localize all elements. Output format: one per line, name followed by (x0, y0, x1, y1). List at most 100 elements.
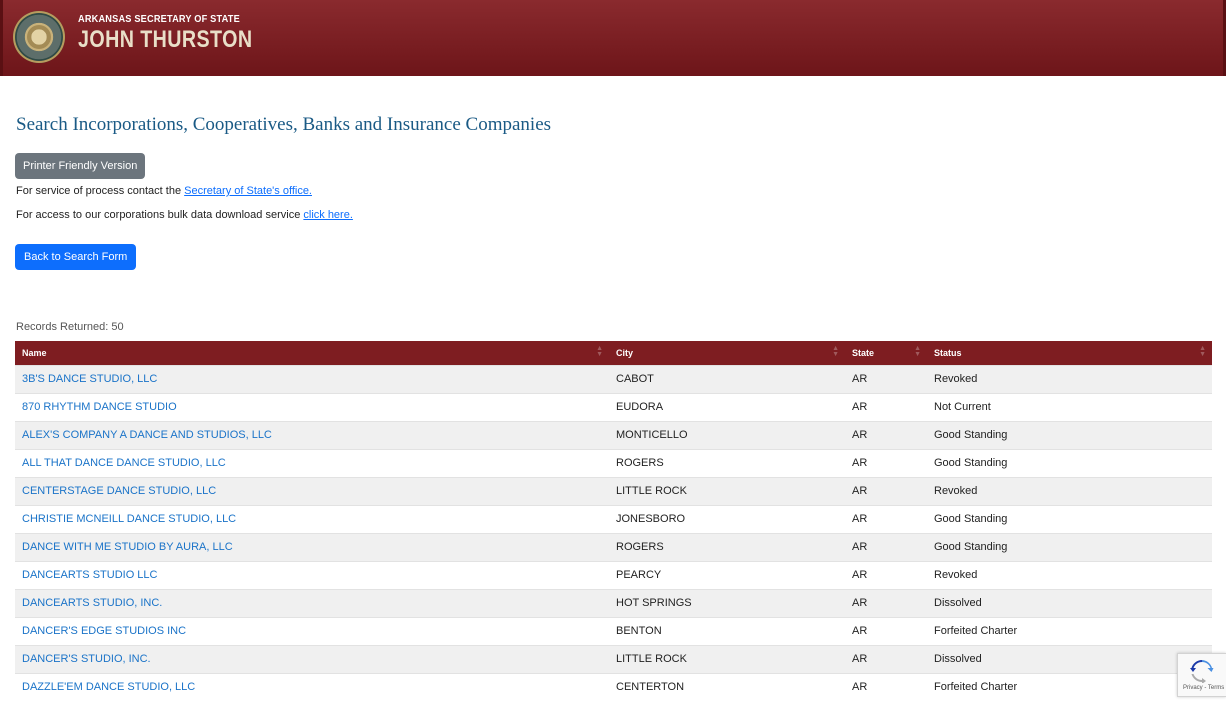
city-column-cell: ROGERS (609, 532, 845, 561)
company-name-link[interactable]: DANCEARTS STUDIO LLC (22, 569, 158, 581)
printer-friendly-button[interactable]: Printer Friendly Version (15, 153, 146, 179)
status-column-cell: Revoked (927, 476, 1212, 505)
status-cell: Revoked (934, 569, 978, 581)
table-header-row: Name ▲ ▼ City ▲ ▼ State ▲ ▼ Status ▲ ▼ (15, 341, 1212, 365)
header-name[interactable]: JOHN THURSTON (78, 26, 252, 54)
table-row: DANCEARTS STUDIO, INC. HOT SPRINGS AR Disso… (15, 588, 1212, 617)
company-name-link[interactable]: 870 RHYTHM DANCE STUDIO (22, 401, 177, 413)
state-cell: AR (852, 597, 868, 609)
state-column-cell: AR (845, 588, 927, 617)
state-seal-logo[interactable] (13, 11, 65, 63)
status-cell: Dissolved (934, 653, 982, 665)
state-cell: AR (852, 541, 868, 553)
name-column-cell: 3B'S DANCE STUDIO, LLC (15, 364, 609, 393)
status-cell: Good Standing (934, 457, 1008, 469)
city-column-cell: LITTLE ROCK (609, 476, 845, 505)
state-cell: AR (852, 625, 868, 637)
table-row: 3B'S DANCE STUDIO, LLC CABOT AR Revoked (15, 364, 1212, 393)
city-column-cell: CENTERTON (609, 672, 845, 701)
table-row: 870 RHYTHM DANCE STUDIO EUDORA AR Not Curre… (15, 392, 1212, 421)
name-column-cell: DANCEARTS STUDIO, INC. (15, 588, 609, 617)
status-column-cell: Forfeited Charter (927, 672, 1212, 701)
service-process-text: For service of process contact the (16, 185, 185, 197)
company-name-link[interactable]: CHRISTIE MCNEILL DANCE STUDIO, LLC (22, 513, 236, 525)
company-name-link[interactable]: ALEX'S COMPANY A DANCE AND STUDIOS, LLC (22, 429, 272, 441)
status-column-cell: Not Current (927, 392, 1212, 421)
status-cell: Good Standing (934, 513, 1008, 525)
state-cell: AR (852, 513, 868, 525)
table-row: DANCER'S EDGE STUDIOS INC BENTON AR Forfeit… (15, 616, 1212, 645)
column-header-city[interactable]: City ▲ ▼ (609, 341, 845, 365)
status-cell: Forfeited Charter (934, 681, 1018, 694)
name-column-cell: DANCEARTS STUDIO LLC (15, 560, 609, 589)
city-column-cell: LITTLE ROCK (609, 644, 845, 673)
company-name-link[interactable]: DAZZLE'EM DANCE STUDIO, LLC (22, 681, 195, 693)
city-cell: EUDORA (616, 401, 664, 413)
secretary-office-link[interactable]: Secretary of State's office. (184, 185, 312, 197)
status-column-cell: Dissolved (927, 588, 1212, 617)
city-column-cell: BENTON (609, 616, 845, 645)
back-to-search-button[interactable]: Back to Search Form (15, 244, 137, 270)
records-returned: Records Returned: 50 (16, 321, 124, 333)
state-column-cell: AR (845, 672, 927, 701)
table-row: ALEX'S COMPANY A DANCE AND STUDIOS, LLC M… (15, 420, 1212, 449)
bulk-data-link[interactable]: click here. (303, 209, 353, 221)
company-name-link[interactable]: DANCER'S EDGE STUDIOS INC (22, 625, 186, 637)
state-column-cell: AR (845, 532, 927, 561)
city-cell: ROGERS (616, 541, 664, 553)
name-column-cell: DANCER'S STUDIO, INC. (15, 644, 609, 673)
status-cell: Good Standing (934, 541, 1008, 553)
city-column-cell: JONESBORO (609, 504, 845, 533)
city-cell: ROGERS (616, 457, 664, 469)
state-column-cell: AR (845, 448, 927, 477)
column-header-name[interactable]: Name ▲ ▼ (15, 341, 609, 365)
status-cell: Good Standing (934, 429, 1008, 441)
table-row: CHRISTIE MCNEILL DANCE STUDIO, LLC JONESB… (15, 504, 1212, 533)
state-column-cell: AR (845, 560, 927, 589)
company-name-link[interactable]: CENTERSTAGE DANCE STUDIO, LLC (22, 485, 216, 497)
status-column-cell: Revoked (927, 364, 1212, 393)
table-row: DANCEARTS STUDIO LLC PEARCY AR Revoked (15, 560, 1212, 589)
company-name-link[interactable]: ALL THAT DANCE DANCE STUDIO, LLC (22, 457, 226, 469)
city-column-cell: HOT SPRINGS (609, 588, 845, 617)
name-column-cell: DAZZLE'EM DANCE STUDIO, LLC (15, 672, 609, 701)
status-column-cell: Forfeited Charter (927, 616, 1212, 645)
page-title: Search Incorporations, Cooperatives, Ban… (16, 114, 552, 135)
state-column-cell: AR (845, 504, 927, 533)
company-name-link[interactable]: 3B'S DANCE STUDIO, LLC (22, 373, 157, 385)
sort-icon: ▲ ▼ (596, 345, 603, 358)
status-column-cell: Dissolved (927, 644, 1212, 673)
table-row: DANCE WITH ME STUDIO BY AURA, LLC ROGERS A… (15, 532, 1212, 561)
state-cell: AR (852, 681, 868, 694)
status-column-cell: Good Standing (927, 420, 1212, 449)
state-cell: AR (852, 653, 868, 665)
state-column-cell: AR (845, 392, 927, 421)
recaptcha-icon (1190, 660, 1214, 683)
city-cell: HOT SPRINGS (616, 597, 692, 609)
bulk-data-text: For access to our corporations bulk data… (16, 209, 304, 221)
status-cell: Revoked (934, 373, 978, 385)
city-cell: LITTLE ROCK (616, 485, 687, 497)
company-name-link[interactable]: DANCER'S STUDIO, INC. (22, 653, 151, 665)
table-row: DAZZLE'EM DANCE STUDIO, LLC CENTERTON AR Fo… (15, 672, 1212, 701)
service-process-line: For service of process contact the Secre… (16, 185, 312, 197)
status-cell: Revoked (934, 485, 978, 497)
sort-icon: ▲ ▼ (832, 345, 839, 358)
column-header-state[interactable]: State ▲ ▼ (845, 341, 927, 365)
sort-icon: ▲ ▼ (1199, 345, 1206, 358)
name-column-cell: CHRISTIE MCNEILL DANCE STUDIO, LLC (15, 504, 609, 533)
city-cell: CABOT (616, 373, 654, 385)
city-cell: BENTON (616, 625, 662, 637)
column-header-status[interactable]: Status ▲ ▼ (927, 341, 1212, 365)
city-cell: LITTLE ROCK (616, 653, 687, 665)
state-column-cell: AR (845, 616, 927, 645)
state-cell: AR (852, 401, 868, 413)
recaptcha-terms[interactable]: Privacy - Terms (1183, 685, 1224, 691)
recaptcha-badge[interactable]: Privacy - Terms (1177, 653, 1226, 697)
state-cell: AR (852, 457, 868, 469)
company-name-link[interactable]: DANCE WITH ME STUDIO BY AURA, LLC (22, 541, 233, 553)
company-name-link[interactable]: DANCEARTS STUDIO, INC. (22, 597, 162, 609)
city-cell: PEARCY (616, 569, 662, 581)
city-column-cell: ROGERS (609, 448, 845, 477)
status-cell: Forfeited Charter (934, 625, 1018, 637)
